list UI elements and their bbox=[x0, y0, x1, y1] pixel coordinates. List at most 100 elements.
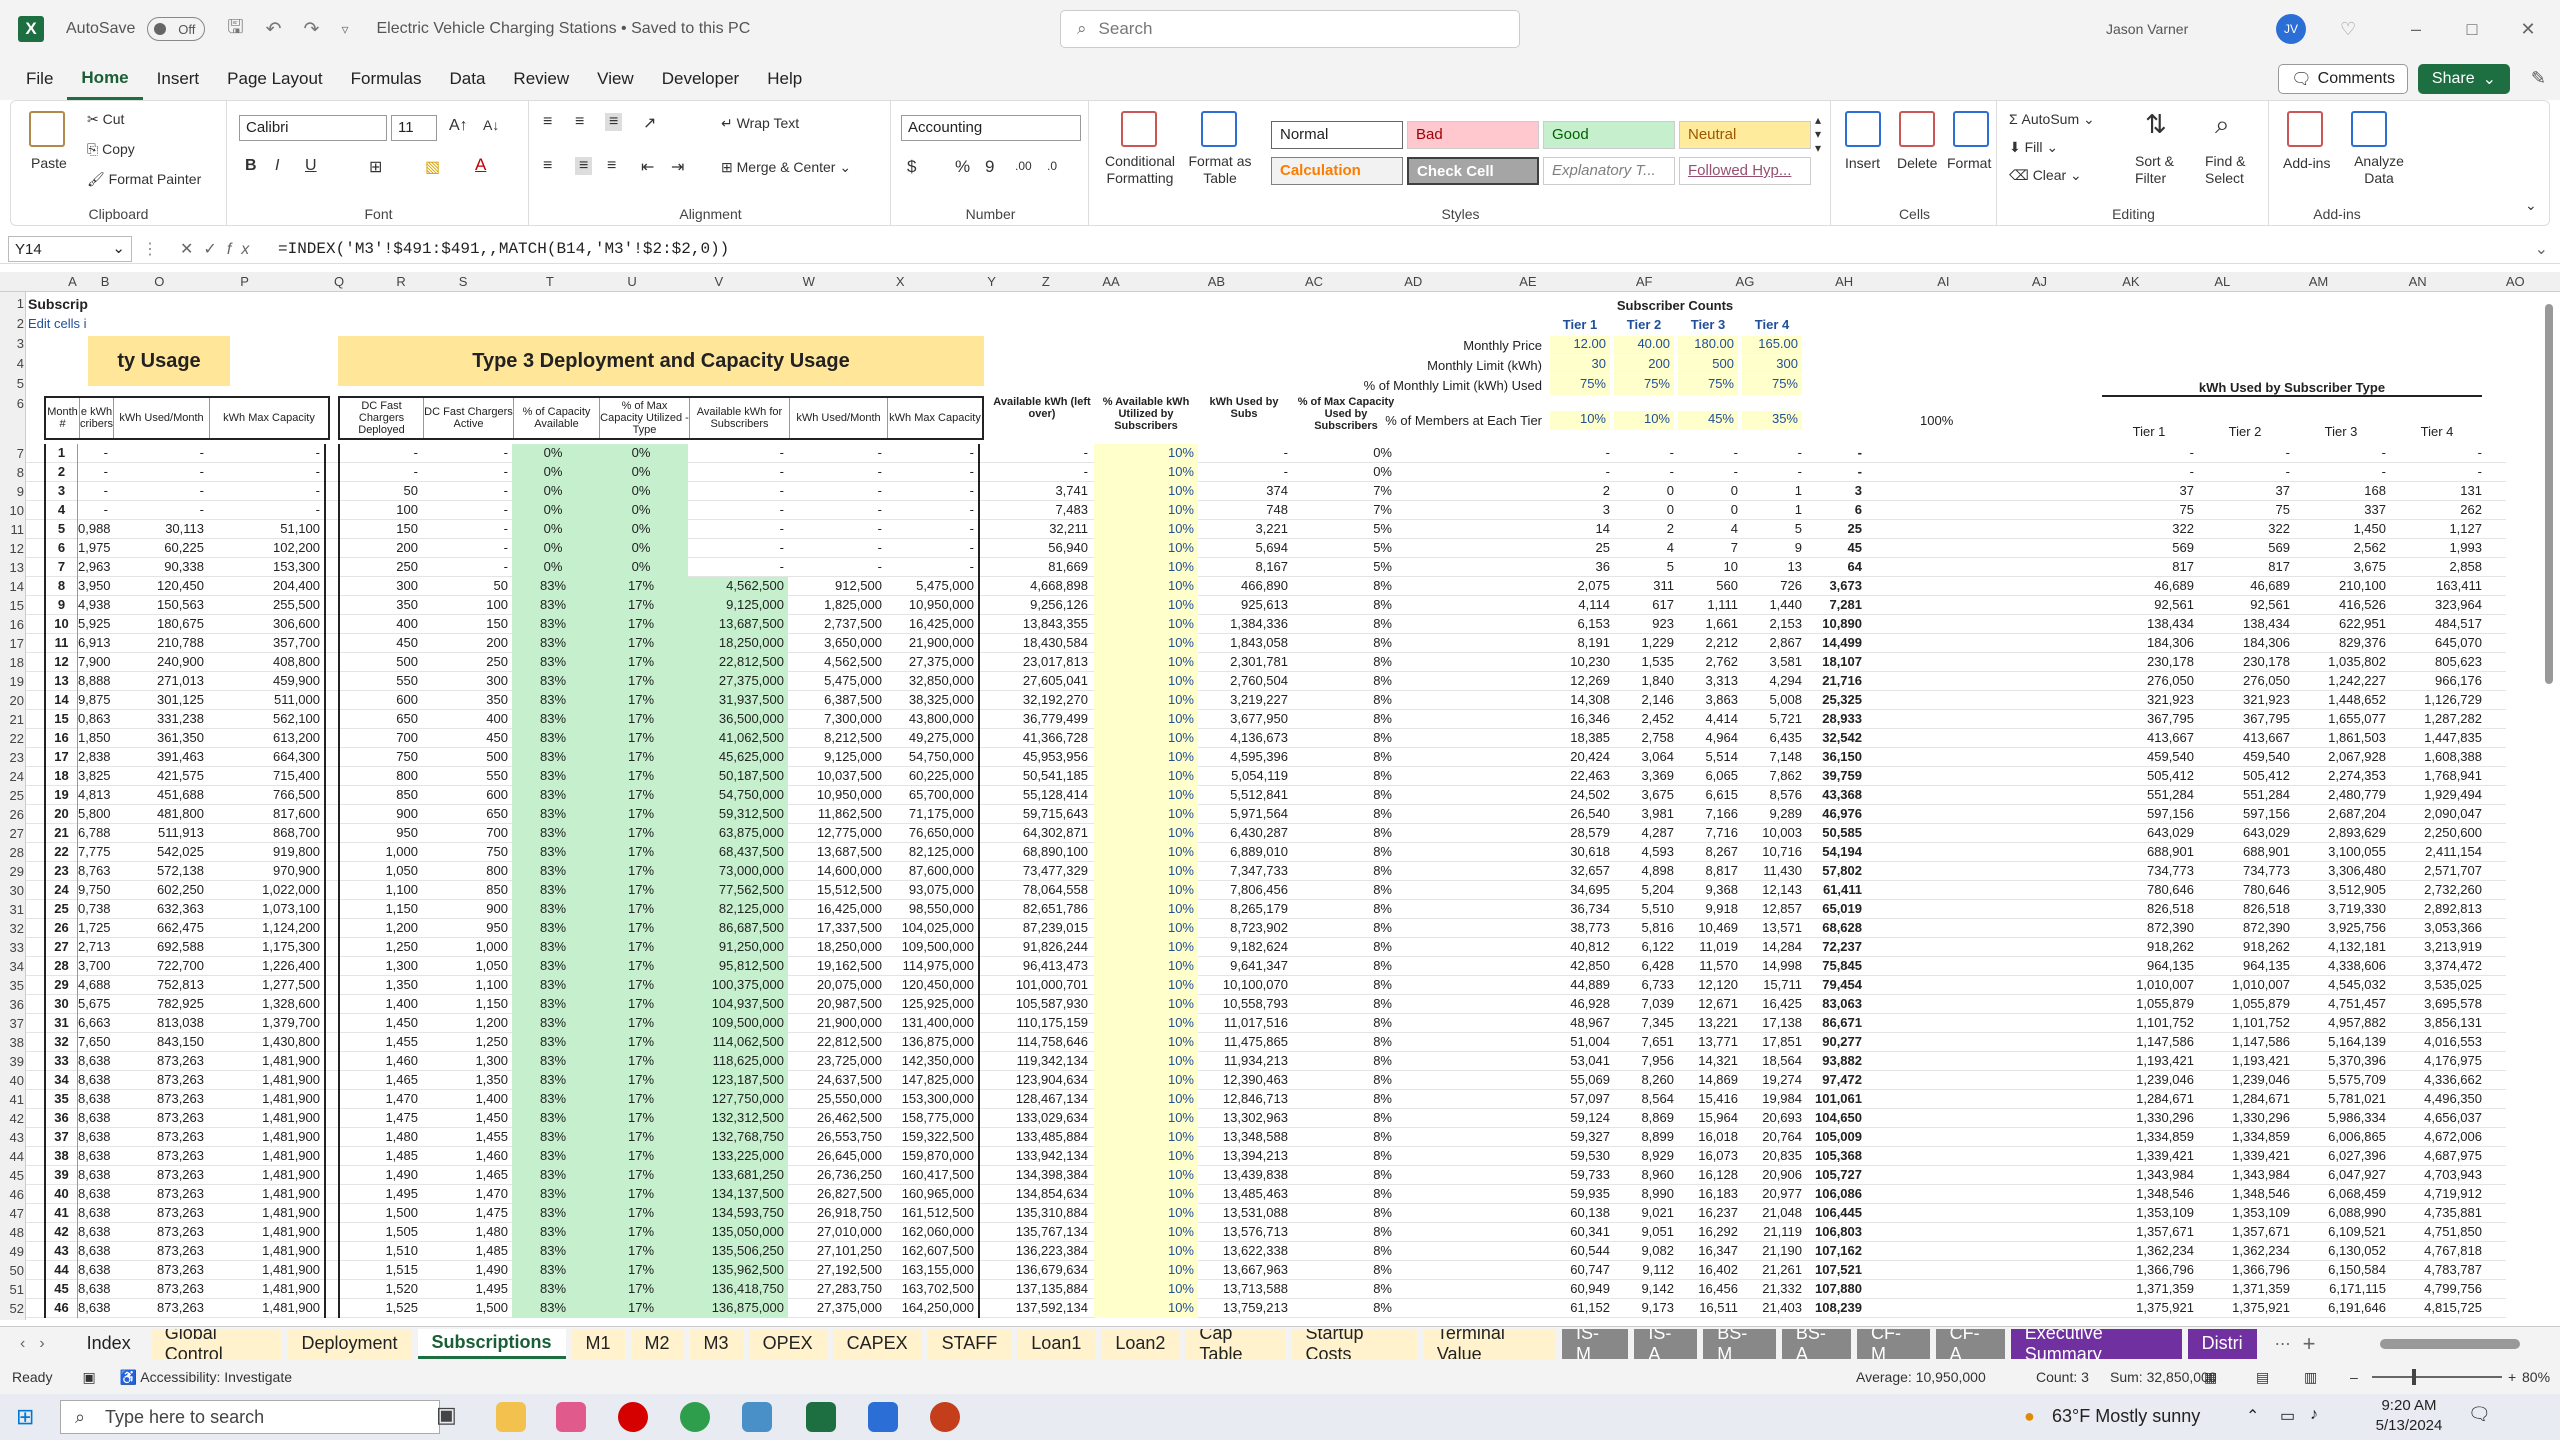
data-cell[interactable]: 15 bbox=[44, 710, 78, 729]
data-cell[interactable]: 688,901 bbox=[2102, 843, 2198, 862]
data-cell[interactable]: 4,735,881 bbox=[2390, 1204, 2486, 1223]
data-cell[interactable]: 2,893,629 bbox=[2294, 824, 2390, 843]
borders-icon[interactable]: ⊞ bbox=[369, 157, 382, 177]
data-cell[interactable]: - bbox=[1678, 463, 1742, 482]
row-header-43[interactable]: 43 bbox=[0, 1128, 24, 1147]
formula-buttons[interactable]: ✕✓fx bbox=[158, 239, 278, 259]
snipping-tool-icon[interactable] bbox=[556, 1402, 586, 1432]
clear-button[interactable]: ⌫ Clear ⌄ bbox=[2009, 167, 2082, 184]
data-cell[interactable]: 1 bbox=[1742, 501, 1806, 520]
data-cell[interactable]: 0% bbox=[512, 482, 598, 501]
data-cell[interactable]: 6,733 bbox=[1614, 976, 1678, 995]
data-cell[interactable]: 3,675 bbox=[2294, 558, 2390, 577]
data-cell[interactable]: 873,263 bbox=[112, 1280, 208, 1299]
task-view-icon[interactable]: ▣ bbox=[436, 1402, 457, 1428]
data-cell[interactable]: 8% bbox=[1296, 900, 1396, 919]
sheet-tab-cap-table[interactable]: Cap Table bbox=[1185, 1328, 1286, 1359]
data-cell[interactable]: - bbox=[688, 520, 788, 539]
data-cell[interactable]: 57,802 bbox=[1806, 862, 1866, 881]
data-cell[interactable]: 11,430 bbox=[1742, 862, 1806, 881]
data-cell[interactable]: 3,677,950 bbox=[1196, 710, 1292, 729]
find-select-button[interactable]: Find & Select bbox=[2205, 153, 2265, 187]
sheet-tab-deployment[interactable]: Deployment bbox=[287, 1328, 412, 1359]
data-cell[interactable]: 2,090,047 bbox=[2390, 805, 2486, 824]
data-cell[interactable]: 16,511 bbox=[1678, 1299, 1742, 1318]
data-cell[interactable]: 28,579 bbox=[1550, 824, 1614, 843]
data-cell[interactable]: 6,428 bbox=[1614, 957, 1678, 976]
data-cell[interactable]: 650 bbox=[338, 710, 422, 729]
data-cell[interactable]: 2,762 bbox=[1678, 653, 1742, 672]
row-header-34[interactable]: 34 bbox=[0, 957, 24, 976]
data-cell[interactable]: 1,929,494 bbox=[2390, 786, 2486, 805]
format-button[interactable]: Format bbox=[1947, 155, 1991, 171]
data-cell[interactable]: 11,017,516 bbox=[1196, 1014, 1292, 1033]
data-cell[interactable]: 2,562 bbox=[2294, 539, 2390, 558]
row-header-14[interactable]: 14 bbox=[0, 577, 24, 596]
data-cell[interactable]: 17% bbox=[598, 1014, 688, 1033]
data-cell[interactable]: 36,500,000 bbox=[688, 710, 788, 729]
restore-icon[interactable]: □ bbox=[2444, 19, 2500, 40]
data-cell[interactable]: 20,835 bbox=[1742, 1147, 1806, 1166]
data-cell[interactable]: 13,394,213 bbox=[1196, 1147, 1292, 1166]
data-cell[interactable]: 4,767,818 bbox=[2390, 1242, 2486, 1261]
data-cell[interactable]: 1,250 bbox=[338, 938, 422, 957]
data-cell[interactable]: 782,925 bbox=[112, 995, 208, 1014]
data-cell[interactable]: 54,194 bbox=[1806, 843, 1866, 862]
data-cell[interactable]: 10% bbox=[1094, 995, 1198, 1014]
data-cell[interactable]: 4 bbox=[1614, 539, 1678, 558]
data-cell[interactable]: 107,880 bbox=[1806, 1280, 1866, 1299]
data-cell[interactable]: 1,510 bbox=[338, 1242, 422, 1261]
data-cell[interactable]: - bbox=[788, 539, 886, 558]
macro-icon[interactable]: ▣ bbox=[82, 1369, 95, 1386]
data-cell[interactable]: 752,813 bbox=[112, 976, 208, 995]
data-cell[interactable]: 30,113 bbox=[112, 520, 208, 539]
data-cell[interactable]: 4,799,756 bbox=[2390, 1280, 2486, 1299]
data-cell[interactable]: 7,900 bbox=[78, 653, 112, 672]
data-cell[interactable]: 160,965,000 bbox=[886, 1185, 980, 1204]
data-cell[interactable]: 10% bbox=[1094, 634, 1198, 653]
data-cell[interactable]: 6 bbox=[44, 539, 78, 558]
param-value[interactable]: 35% bbox=[1742, 411, 1802, 430]
data-cell[interactable]: 38,325,000 bbox=[886, 691, 980, 710]
data-cell[interactable]: 1,124,200 bbox=[208, 919, 326, 938]
data-cell[interactable]: 919,800 bbox=[208, 843, 326, 862]
data-cell[interactable]: 17,138 bbox=[1742, 1014, 1806, 1033]
data-cell[interactable]: 150 bbox=[338, 520, 422, 539]
data-cell[interactable]: 301,125 bbox=[112, 691, 208, 710]
data-cell[interactable]: 1,343,984 bbox=[2198, 1166, 2294, 1185]
data-cell[interactable]: 17% bbox=[598, 1299, 688, 1318]
data-cell[interactable]: 68,628 bbox=[1806, 919, 1866, 938]
row-header-18[interactable]: 18 bbox=[0, 653, 24, 672]
data-cell[interactable]: 21,261 bbox=[1742, 1261, 1806, 1280]
sheet-tab-subscriptions[interactable]: Subscriptions bbox=[417, 1328, 566, 1359]
data-cell[interactable]: 16,402 bbox=[1678, 1261, 1742, 1280]
style-check-cell[interactable]: Check Cell bbox=[1407, 157, 1539, 185]
data-cell[interactable]: 16 bbox=[44, 729, 78, 748]
data-cell[interactable]: 1,481,900 bbox=[208, 1242, 326, 1261]
row-header-33[interactable]: 33 bbox=[0, 938, 24, 957]
data-cell[interactable]: 872,390 bbox=[2102, 919, 2198, 938]
row-header-52[interactable]: 52 bbox=[0, 1299, 24, 1318]
data-cell[interactable]: 416,526 bbox=[2294, 596, 2390, 615]
data-cell[interactable]: 16,347 bbox=[1678, 1242, 1742, 1261]
data-cell[interactable]: 873,263 bbox=[112, 1185, 208, 1204]
data-cell[interactable]: 1,515 bbox=[338, 1261, 422, 1280]
param-value[interactable]: 300 bbox=[1742, 356, 1802, 375]
vertical-scrollbar[interactable] bbox=[2542, 292, 2556, 1320]
data-cell[interactable]: 3,313 bbox=[1678, 672, 1742, 691]
data-cell[interactable]: 481,800 bbox=[112, 805, 208, 824]
cut-button[interactable]: ✂ Cut bbox=[87, 111, 124, 128]
data-cell[interactable]: - bbox=[2102, 444, 2198, 463]
data-cell[interactable]: 950 bbox=[338, 824, 422, 843]
data-cell[interactable]: 8% bbox=[1296, 1204, 1396, 1223]
data-cell[interactable]: 17% bbox=[598, 976, 688, 995]
data-cell[interactable]: 13,713,588 bbox=[1196, 1280, 1292, 1299]
data-cell[interactable]: 83% bbox=[512, 748, 598, 767]
data-cell[interactable]: 8% bbox=[1296, 691, 1396, 710]
data-cell[interactable]: 136,875,000 bbox=[688, 1299, 788, 1318]
data-cell[interactable]: 180,675 bbox=[112, 615, 208, 634]
data-cell[interactable]: 602,250 bbox=[112, 881, 208, 900]
sheet-tab-capex[interactable]: CAPEX bbox=[832, 1328, 922, 1359]
data-cell[interactable]: 83% bbox=[512, 919, 598, 938]
data-cell[interactable]: - bbox=[2102, 463, 2198, 482]
